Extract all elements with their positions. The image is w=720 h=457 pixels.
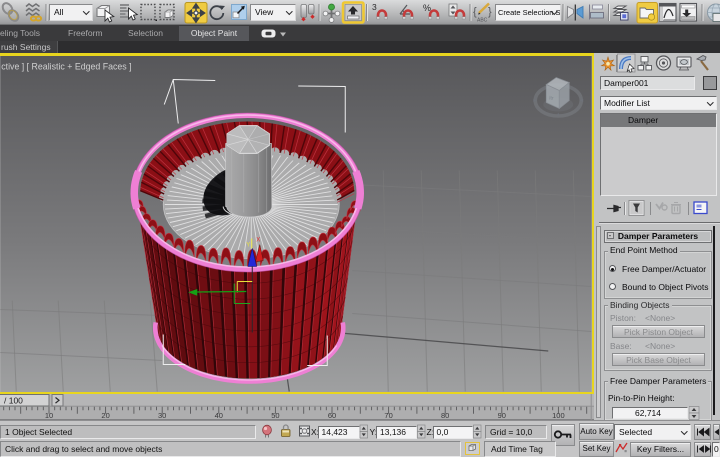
svg-text:70: 70 [384,411,392,420]
svg-text:60: 60 [328,411,336,420]
svg-text:X: X [256,237,260,243]
svg-text:50: 50 [271,411,279,420]
svg-text:30: 30 [158,411,166,420]
svg-text:90: 90 [498,411,506,420]
svg-text:40: 40 [215,411,223,420]
svg-text:100: 100 [552,411,565,420]
svg-text:/ 100: / 100 [4,396,23,406]
svg-text:ltr: ltr [549,95,554,101]
svg-text:80: 80 [441,411,449,420]
svg-text:Y: Y [246,242,250,248]
svg-text:10: 10 [45,411,53,420]
svg-text:20: 20 [101,411,109,420]
